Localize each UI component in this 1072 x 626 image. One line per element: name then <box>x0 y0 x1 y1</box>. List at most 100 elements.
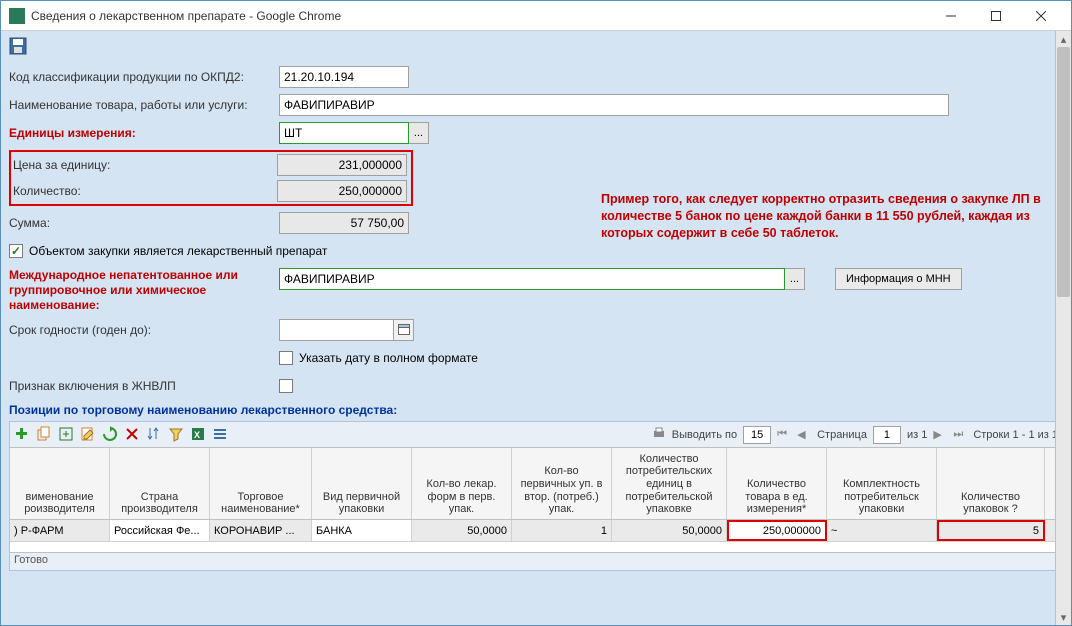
top-toolbar <box>9 37 1063 58</box>
cell-consumer-units: 50,0000 <box>612 520 727 541</box>
cell-producer: ) Р-ФАРМ <box>10 520 110 541</box>
label-expiry: Срок годности (годен до): <box>9 323 279 337</box>
refresh-icon[interactable] <box>102 426 120 444</box>
col-country[interactable]: Страна производителя <box>110 448 210 519</box>
row-name: Наименование товара, работы или услуги: <box>9 94 1063 116</box>
col-consumer-units[interactable]: Количество потребительских единиц в потр… <box>612 448 727 519</box>
app-window: Сведения о лекарственном препарате - Goo… <box>0 0 1072 626</box>
next-page-icon[interactable]: ▶ <box>933 428 947 442</box>
example-note: Пример того, как следует корректно отраз… <box>601 191 1041 242</box>
edit-icon[interactable] <box>80 426 98 444</box>
row-full-date: Указать дату в полном формате <box>9 347 1063 369</box>
label-full-date: Указать дату в полном формате <box>299 351 478 365</box>
copy-icon[interactable] <box>36 426 54 444</box>
checkbox-vital[interactable] <box>279 379 293 393</box>
input-sum[interactable] <box>279 212 409 234</box>
close-button[interactable] <box>1018 2 1063 30</box>
minimize-button[interactable] <box>928 2 973 30</box>
grid-toolbar: X Выводить по ⏮ ◀ Страница из 1 ▶ ⏭ Стро… <box>10 422 1062 448</box>
label-is-drug: Объектом закупки является лекарственный … <box>29 244 327 258</box>
col-qty-in-units[interactable]: Количество товара в ед. измерения* <box>727 448 827 519</box>
window-controls <box>928 2 1063 30</box>
input-name[interactable] <box>279 94 949 116</box>
scroll-up-icon[interactable]: ▴ <box>1056 31 1071 47</box>
output-by-input[interactable] <box>743 426 771 444</box>
grid-pagination: Выводить по ⏮ ◀ Страница из 1 ▶ ⏭ Строки… <box>652 426 1058 444</box>
label-okpd2: Код классификации продукции по ОКПД2: <box>9 70 279 84</box>
label-price: Цена за единицу: <box>13 158 277 172</box>
settings-icon[interactable] <box>212 426 230 444</box>
add-icon[interactable] <box>14 426 32 444</box>
col-package-type[interactable]: Вид первичной упаковки <box>312 448 412 519</box>
table-row[interactable]: ) Р-ФАРМ Российская Фе... КОРОНАВИР ... … <box>10 520 1062 542</box>
grid-header: вименование роизводителя Страна производ… <box>10 448 1062 520</box>
page-label: Страница <box>817 429 867 441</box>
grid: X Выводить по ⏮ ◀ Страница из 1 ▶ ⏭ Стро… <box>9 421 1063 571</box>
checkbox-full-date[interactable] <box>279 351 293 365</box>
delete-icon[interactable] <box>124 426 142 444</box>
cell-country[interactable]: Российская Фе... <box>110 520 210 541</box>
calendar-button[interactable] <box>394 319 414 341</box>
cell-package-type[interactable]: БАНКА <box>312 520 412 541</box>
page-of: из 1 <box>907 429 927 441</box>
output-by-label: Выводить по <box>672 429 737 441</box>
col-package-count[interactable]: Количество упаковок ? <box>937 448 1045 519</box>
label-sum: Сумма: <box>9 216 279 230</box>
mnn-lookup-button[interactable]: ... <box>785 268 805 290</box>
price-qty-highlight: Цена за единицу: Количество: <box>9 150 413 206</box>
cell-primary-secondary: 1 <box>512 520 612 541</box>
page-input[interactable] <box>873 426 901 444</box>
checkbox-is-drug[interactable] <box>9 244 23 258</box>
vertical-scrollbar[interactable]: ▴ ▾ <box>1055 31 1071 625</box>
app-icon <box>9 8 25 24</box>
col-primary-in-secondary[interactable]: Кол-во первичных уп. в втор. (потреб.) у… <box>512 448 612 519</box>
input-price[interactable] <box>277 154 407 176</box>
row-vital: Признак включения в ЖНВЛП <box>9 375 1063 397</box>
filter-icon[interactable] <box>168 426 186 444</box>
col-forms-primary[interactable]: Кол-во лекар. форм в перв. упак. <box>412 448 512 519</box>
mnn-info-button[interactable]: Информация о МНН <box>835 268 962 290</box>
col-completeness[interactable]: Комплектность потребительск упаковки <box>827 448 937 519</box>
grid-tool-icons: X <box>14 426 230 444</box>
label-vital: Признак включения в ЖНВЛП <box>9 379 279 393</box>
label-units: Единицы измерения: <box>9 126 279 140</box>
sort-icon[interactable] <box>146 426 164 444</box>
export-excel-icon[interactable]: X <box>190 426 208 444</box>
titlebar: Сведения о лекарственном препарате - Goo… <box>1 1 1071 31</box>
row-is-drug: Объектом закупки является лекарственный … <box>9 240 1063 262</box>
col-trade-name[interactable]: Торговое наименование* <box>210 448 312 519</box>
row-expiry: Срок годности (годен до): <box>9 319 1063 341</box>
row-okpd2: Код классификации продукции по ОКПД2: <box>9 66 1063 88</box>
units-lookup-button[interactable]: ... <box>409 122 429 144</box>
save-icon[interactable] <box>9 37 27 55</box>
first-page-icon[interactable]: ⏮ <box>777 428 791 442</box>
prev-page-icon[interactable]: ◀ <box>797 428 811 442</box>
label-qty: Количество: <box>13 184 277 198</box>
cell-qty-units[interactable]: 250,000000 <box>727 520 827 541</box>
cell-trade-name: КОРОНАВИР ... <box>210 520 312 541</box>
cell-package-count: 5 <box>937 520 1045 541</box>
input-mnn[interactable] <box>279 268 785 290</box>
scrollbar-thumb[interactable] <box>1057 47 1070 297</box>
row-units: Единицы измерения: ... <box>9 122 1063 144</box>
label-name: Наименование товара, работы или услуги: <box>9 98 279 112</box>
scroll-down-icon[interactable]: ▾ <box>1056 609 1071 625</box>
input-okpd2[interactable] <box>279 66 409 88</box>
maximize-button[interactable] <box>973 2 1018 30</box>
window-title: Сведения о лекарственном препарате - Goo… <box>31 9 928 23</box>
label-mnn: Международное непатентованное или группи… <box>9 268 279 313</box>
grid-status: Готово <box>10 552 1062 570</box>
positions-header: Позиции по торговому наименованию лекарс… <box>9 403 1063 417</box>
last-page-icon[interactable]: ⏭ <box>953 428 967 442</box>
insert-icon[interactable] <box>58 426 76 444</box>
content-area: Код классификации продукции по ОКПД2: На… <box>1 31 1071 625</box>
input-units[interactable] <box>279 122 409 144</box>
col-producer-name[interactable]: вименование роизводителя <box>10 448 110 519</box>
input-qty[interactable] <box>277 180 407 202</box>
cell-completeness: ~ <box>827 520 937 541</box>
svg-text:X: X <box>194 430 200 440</box>
print-icon[interactable] <box>652 426 666 443</box>
input-expiry[interactable] <box>279 319 394 341</box>
cell-forms: 50,0000 <box>412 520 512 541</box>
rows-label: Строки 1 - 1 из 1 <box>973 429 1058 441</box>
